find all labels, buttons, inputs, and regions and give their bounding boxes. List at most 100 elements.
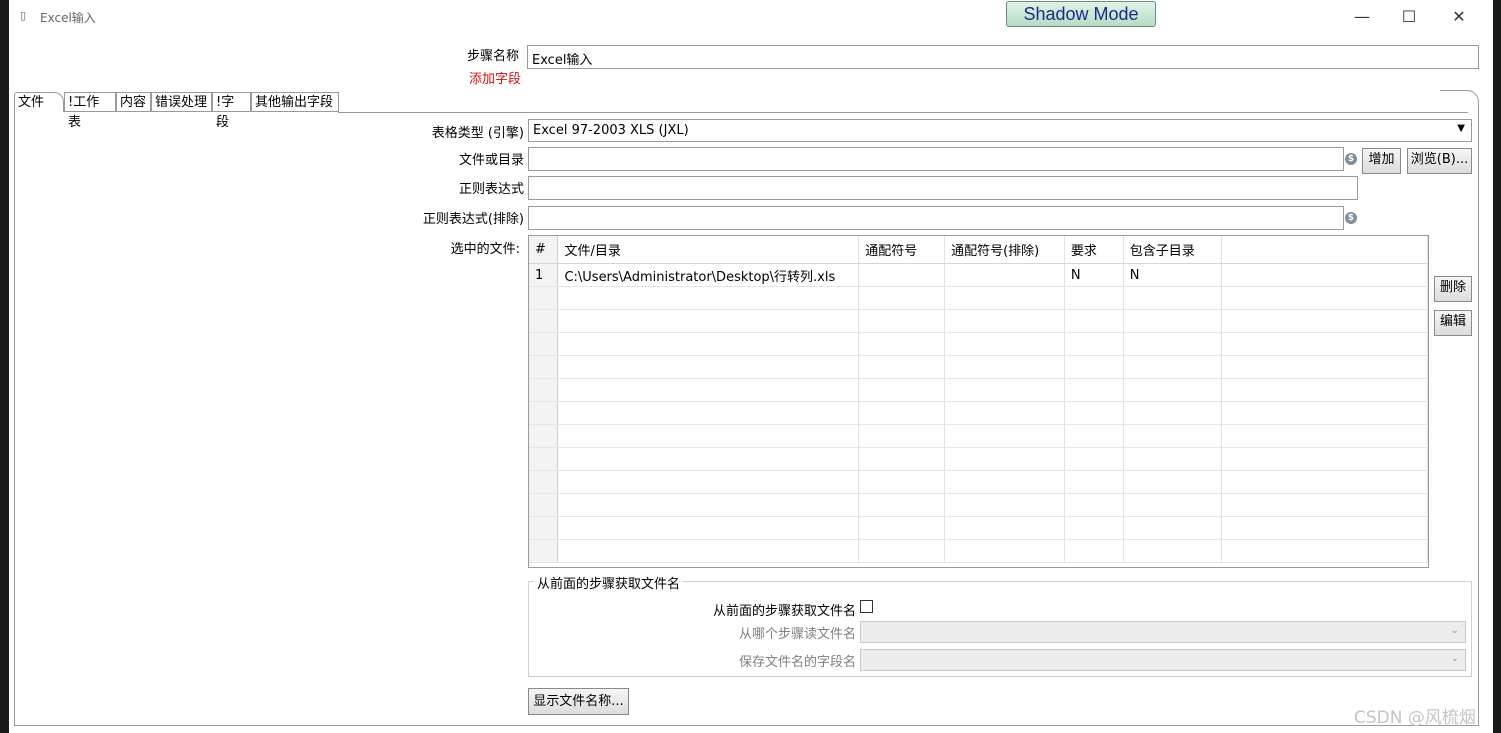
table-cell[interactable] [529, 493, 559, 517]
table-cell[interactable] [1221, 332, 1428, 356]
table-cell[interactable] [944, 424, 1065, 448]
table-cell[interactable] [1123, 493, 1222, 517]
column-header[interactable]: 文件/目录 [557, 236, 860, 264]
table-cell[interactable] [944, 309, 1065, 333]
table-cell[interactable] [1123, 516, 1222, 540]
table-cell[interactable] [529, 516, 559, 540]
table-cell[interactable] [858, 401, 946, 425]
table-cell[interactable]: C:\Users\Administrator\Desktop\行转列.xls [557, 263, 860, 287]
table-cell[interactable] [557, 332, 860, 356]
table-cell[interactable] [944, 493, 1065, 517]
show-filenames-button[interactable]: 显示文件名称... [528, 688, 629, 715]
table-row-empty[interactable] [529, 493, 1428, 517]
maximize-button[interactable]: ☐ [1394, 6, 1424, 28]
table-cell[interactable] [1123, 447, 1222, 471]
table-cell[interactable] [1221, 378, 1428, 402]
table-cell[interactable] [1123, 286, 1222, 310]
table-cell[interactable] [529, 309, 559, 333]
table-cell[interactable]: 1 [529, 263, 559, 287]
table-cell[interactable] [944, 447, 1065, 471]
table-cell[interactable] [1064, 286, 1124, 310]
table-cell[interactable] [1123, 401, 1222, 425]
table-cell[interactable] [1064, 447, 1124, 471]
column-header[interactable]: # [529, 236, 559, 264]
table-cell[interactable] [1221, 470, 1428, 494]
table-row-empty[interactable] [529, 470, 1428, 494]
table-cell[interactable] [1221, 447, 1428, 471]
table-cell[interactable]: N [1123, 263, 1222, 287]
table-row-empty[interactable] [529, 355, 1428, 379]
column-header[interactable]: 要求 [1064, 236, 1124, 264]
table-cell[interactable] [944, 539, 1065, 563]
table-cell[interactable] [1064, 401, 1124, 425]
table-cell[interactable] [858, 332, 946, 356]
table-cell[interactable] [557, 493, 860, 517]
table-cell[interactable] [858, 286, 946, 310]
edit-button[interactable]: 编辑 [1434, 310, 1472, 336]
table-row-empty[interactable] [529, 401, 1428, 425]
step-name-input[interactable]: Excel输入 [527, 45, 1479, 69]
delete-button[interactable]: 删除 [1434, 276, 1472, 302]
table-cell[interactable] [858, 447, 946, 471]
table-cell[interactable] [529, 286, 559, 310]
table-cell[interactable] [1064, 355, 1124, 379]
regex-input[interactable] [528, 176, 1358, 200]
tab-fields[interactable]: !字段 [212, 92, 251, 130]
table-cell[interactable] [557, 378, 860, 402]
table-cell[interactable] [944, 378, 1065, 402]
table-cell[interactable] [1064, 539, 1124, 563]
table-cell[interactable] [557, 355, 860, 379]
table-cell[interactable] [1064, 332, 1124, 356]
table-cell[interactable] [1221, 516, 1428, 540]
table-cell[interactable] [557, 401, 860, 425]
table-row-empty[interactable] [529, 447, 1428, 471]
table-cell[interactable] [557, 539, 860, 563]
file-or-dir-input[interactable] [528, 147, 1344, 171]
table-cell[interactable] [557, 516, 860, 540]
tab-content[interactable]: 内容 [116, 92, 151, 112]
table-cell[interactable] [1123, 309, 1222, 333]
table-cell[interactable] [858, 309, 946, 333]
selected-files-table[interactable]: # 文件/目录 通配符号 通配符号(排除) 要求 包含子目录 1 C:\User… [528, 235, 1429, 568]
table-cell[interactable] [1221, 355, 1428, 379]
filename-field-select[interactable]: ⌄ [860, 649, 1466, 671]
table-cell[interactable] [1123, 355, 1222, 379]
table-cell[interactable] [858, 493, 946, 517]
add-button[interactable]: 增加 [1362, 148, 1401, 174]
table-cell[interactable] [858, 378, 946, 402]
table-cell[interactable] [529, 355, 559, 379]
table-cell[interactable] [529, 401, 559, 425]
table-cell[interactable] [1221, 286, 1428, 310]
table-row-empty[interactable] [529, 539, 1428, 563]
tab-additional-fields[interactable]: 其他输出字段 [251, 92, 339, 112]
table-cell[interactable] [1221, 263, 1428, 287]
tab-sheets[interactable]: !工作表 [64, 92, 116, 130]
table-cell[interactable] [1221, 539, 1428, 563]
table-cell[interactable] [1221, 493, 1428, 517]
minimize-button[interactable]: — [1347, 6, 1377, 28]
table-cell[interactable] [1123, 539, 1222, 563]
table-cell[interactable] [944, 470, 1065, 494]
table-cell[interactable] [529, 447, 559, 471]
table-cell[interactable] [1064, 516, 1124, 540]
table-cell[interactable] [557, 309, 860, 333]
shadow-mode-button[interactable]: Shadow Mode [1006, 1, 1156, 27]
table-cell[interactable] [1064, 424, 1124, 448]
table-cell[interactable] [858, 516, 946, 540]
accept-filenames-checkbox[interactable] [860, 600, 873, 613]
table-row-empty[interactable] [529, 332, 1428, 356]
table-cell[interactable] [1123, 470, 1222, 494]
table-cell[interactable] [557, 470, 860, 494]
table-cell[interactable] [858, 539, 946, 563]
variable-icon[interactable]: $ [1345, 212, 1357, 224]
browse-button[interactable]: 浏览(B)... [1407, 148, 1472, 174]
column-header[interactable]: 通配符号(排除) [944, 236, 1065, 264]
table-cell[interactable] [944, 286, 1065, 310]
table-cell[interactable] [1221, 401, 1428, 425]
table-cell[interactable] [1064, 493, 1124, 517]
table-cell[interactable] [1064, 470, 1124, 494]
table-cell[interactable] [529, 424, 559, 448]
table-cell[interactable] [1123, 424, 1222, 448]
table-row-empty[interactable] [529, 516, 1428, 540]
column-header[interactable]: 包含子目录 [1123, 236, 1222, 264]
